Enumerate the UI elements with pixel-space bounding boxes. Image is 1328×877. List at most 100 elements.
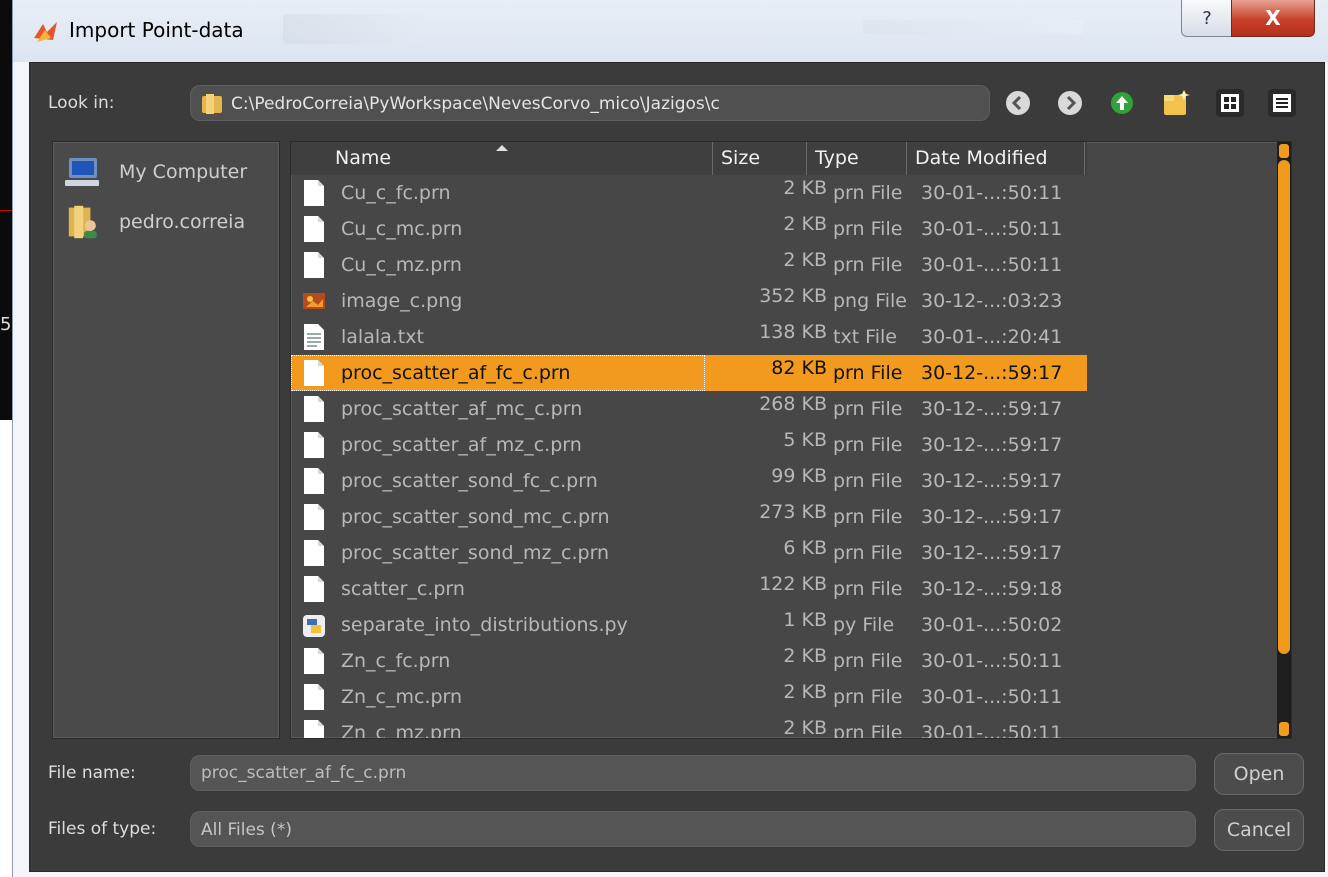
detail-view-icon <box>1273 94 1291 112</box>
file-size-cell: 2 KB <box>783 681 827 703</box>
file-icon <box>303 467 325 495</box>
sidebar-item-my-computer[interactable]: My Computer <box>65 152 247 192</box>
file-icon <box>303 539 325 567</box>
table-row[interactable]: lalala.txt 138 KB txt File 30-01-...:20:41 <box>291 319 1087 355</box>
table-row[interactable]: proc_scatter_sond_fc_c.prn 99 KB prn File 3… <box>291 463 1087 499</box>
python-file-icon <box>303 611 325 639</box>
image-icon <box>303 287 325 315</box>
file-size-cell: 1 KB <box>783 609 827 631</box>
user-folder-icon <box>68 205 97 239</box>
file-date-cell: 30-01-...:50:11 <box>921 218 1063 240</box>
file-name-cell: Zn_c_fc.prn <box>341 650 451 672</box>
table-row[interactable]: proc_scatter_sond_mz_c.prn 6 KB prn File 30… <box>291 535 1087 571</box>
file-type-cell: prn File <box>833 578 903 600</box>
file-icon <box>303 215 325 243</box>
file-type-cell: txt File <box>833 326 897 348</box>
sidebar-item-user-home[interactable]: pedro.correia <box>65 202 245 242</box>
file-type-combo[interactable]: All Files (*) <box>190 811 1196 847</box>
column-label: Date Modified <box>915 147 1048 169</box>
background-window-ghost <box>283 14 423 44</box>
file-type-cell: py File <box>833 614 895 636</box>
file-type-cell: prn File <box>833 650 903 672</box>
file-date-cell: 30-01-...:50:11 <box>921 686 1063 708</box>
back-icon <box>1006 91 1030 115</box>
table-row[interactable]: Zn_c_fc.prn 2 KB prn File 30-01-...:50:11 <box>291 643 1087 679</box>
file-size-cell: 122 KB <box>759 573 827 595</box>
window-title: Import Point-data <box>69 18 244 42</box>
file-size-cell: 6 KB <box>783 537 827 559</box>
file-type-cell: prn File <box>833 722 903 739</box>
file-name-cell: proc_scatter_sond_fc_c.prn <box>341 470 598 492</box>
column-header-date-modified[interactable]: Date Modified <box>907 142 1085 175</box>
table-row[interactable]: Cu_c_fc.prn 2 KB prn File 30-01-...:50:11 <box>291 175 1087 211</box>
file-date-cell: 30-01-...:50:11 <box>921 722 1063 739</box>
file-name-cell: Cu_c_mz.prn <box>341 254 462 276</box>
list-view-icon <box>1221 94 1239 112</box>
table-row[interactable]: Cu_c_mz.prn 2 KB prn File 30-01-...:50:11 <box>291 247 1087 283</box>
table-row[interactable]: scatter_c.prn 122 KB prn File 30-12-...:59:… <box>291 571 1087 607</box>
file-name-label: File name: <box>48 763 136 783</box>
file-name-cell: proc_scatter_sond_mc_c.prn <box>341 506 610 528</box>
sidebar-item-label: pedro.correia <box>119 211 246 233</box>
file-size-cell: 2 KB <box>783 717 827 739</box>
sidebar-item-label: My Computer <box>119 161 248 183</box>
cancel-button[interactable]: Cancel <box>1214 809 1304 851</box>
file-list[interactable]: Name Size Type Date Modified Cu_c_fc.prn… <box>290 141 1292 739</box>
new-folder-icon <box>1164 90 1190 115</box>
title-bar[interactable]: Import Point-data ? X <box>13 0 1328 62</box>
file-size-cell: 2 KB <box>783 213 827 235</box>
table-row[interactable]: proc_scatter_af_mz_c.prn 5 KB prn File 30-1… <box>291 427 1087 463</box>
file-type-cell: prn File <box>833 254 903 276</box>
look-in-path: C:\PedroCorreia\PyWorkspace\NevesCorvo_m… <box>231 94 720 114</box>
parent-directory-button[interactable] <box>1108 89 1136 117</box>
table-row[interactable]: Zn_c_mz.prn 2 KB prn File 30-01-...:50:11 <box>291 715 1087 739</box>
scroll-down-arrow[interactable] <box>1279 722 1289 736</box>
file-name-cell: proc_scatter_sond_mz_c.prn <box>341 542 610 564</box>
file-date-cell: 30-01-...:50:11 <box>921 650 1063 672</box>
table-row[interactable]: Cu_c_mc.prn 2 KB prn File 30-01-...:50:11 <box>291 211 1087 247</box>
close-button[interactable]: X <box>1231 0 1315 37</box>
file-type-cell: prn File <box>833 398 903 420</box>
file-date-cell: 30-12-...:03:23 <box>921 290 1063 312</box>
file-name-input[interactable] <box>190 755 1196 791</box>
back-button[interactable] <box>1004 89 1032 117</box>
new-folder-button[interactable] <box>1162 89 1190 117</box>
forward-icon <box>1058 91 1082 115</box>
forward-button[interactable] <box>1056 89 1084 117</box>
file-size-cell: 82 KB <box>771 357 827 379</box>
file-size-cell: 5 KB <box>783 429 827 451</box>
file-icon <box>303 719 325 738</box>
open-button[interactable]: Open <box>1214 753 1304 795</box>
help-button[interactable]: ? <box>1181 0 1233 37</box>
look-in-label: Look in: <box>48 93 115 113</box>
file-icon <box>303 179 325 207</box>
file-icon <box>303 431 325 459</box>
file-name-cell: scatter_c.prn <box>341 578 465 600</box>
table-row[interactable]: image_c.png 352 KB png File 30-12-...:03:23 <box>291 283 1087 319</box>
detail-view-button[interactable] <box>1268 89 1296 117</box>
list-view-button[interactable] <box>1216 89 1244 117</box>
file-name-cell: Cu_c_fc.prn <box>341 182 451 204</box>
folder-icon <box>202 94 222 114</box>
file-icon <box>303 575 325 603</box>
file-size-cell: 2 KB <box>783 249 827 271</box>
file-icon <box>303 647 325 675</box>
file-size-cell: 273 KB <box>759 501 827 523</box>
table-row[interactable]: proc_scatter_sond_mc_c.prn 273 KB prn File… <box>291 499 1087 535</box>
file-type-cell: prn File <box>833 686 903 708</box>
file-date-cell: 30-01-...:20:41 <box>921 326 1063 348</box>
file-size-cell: 138 KB <box>759 321 827 343</box>
file-date-cell: 30-12-...:59:17 <box>921 398 1063 420</box>
scroll-up-arrow[interactable] <box>1279 144 1289 158</box>
table-row[interactable]: proc_scatter_af_mc_c.prn 268 KB prn File 30… <box>291 391 1087 427</box>
table-row[interactable]: Zn_c_mc.prn 2 KB prn File 30-01-...:50:11 <box>291 679 1087 715</box>
file-name-cell: proc_scatter_af_mz_c.prn <box>341 434 582 456</box>
scrollbar-thumb[interactable] <box>1278 160 1290 654</box>
table-row[interactable]: separate_into_distributions.py 1 KB py Fil… <box>291 607 1087 643</box>
file-icon <box>303 359 325 387</box>
file-icon <box>303 251 325 279</box>
table-row[interactable]: proc_scatter_af_fc_c.prn 82 KB prn File 30-… <box>291 355 1087 391</box>
file-type-cell: prn File <box>833 362 903 384</box>
look-in-combo[interactable]: C:\PedroCorreia\PyWorkspace\NevesCorvo_m… <box>190 85 990 121</box>
vertical-scrollbar[interactable] <box>1277 142 1291 738</box>
